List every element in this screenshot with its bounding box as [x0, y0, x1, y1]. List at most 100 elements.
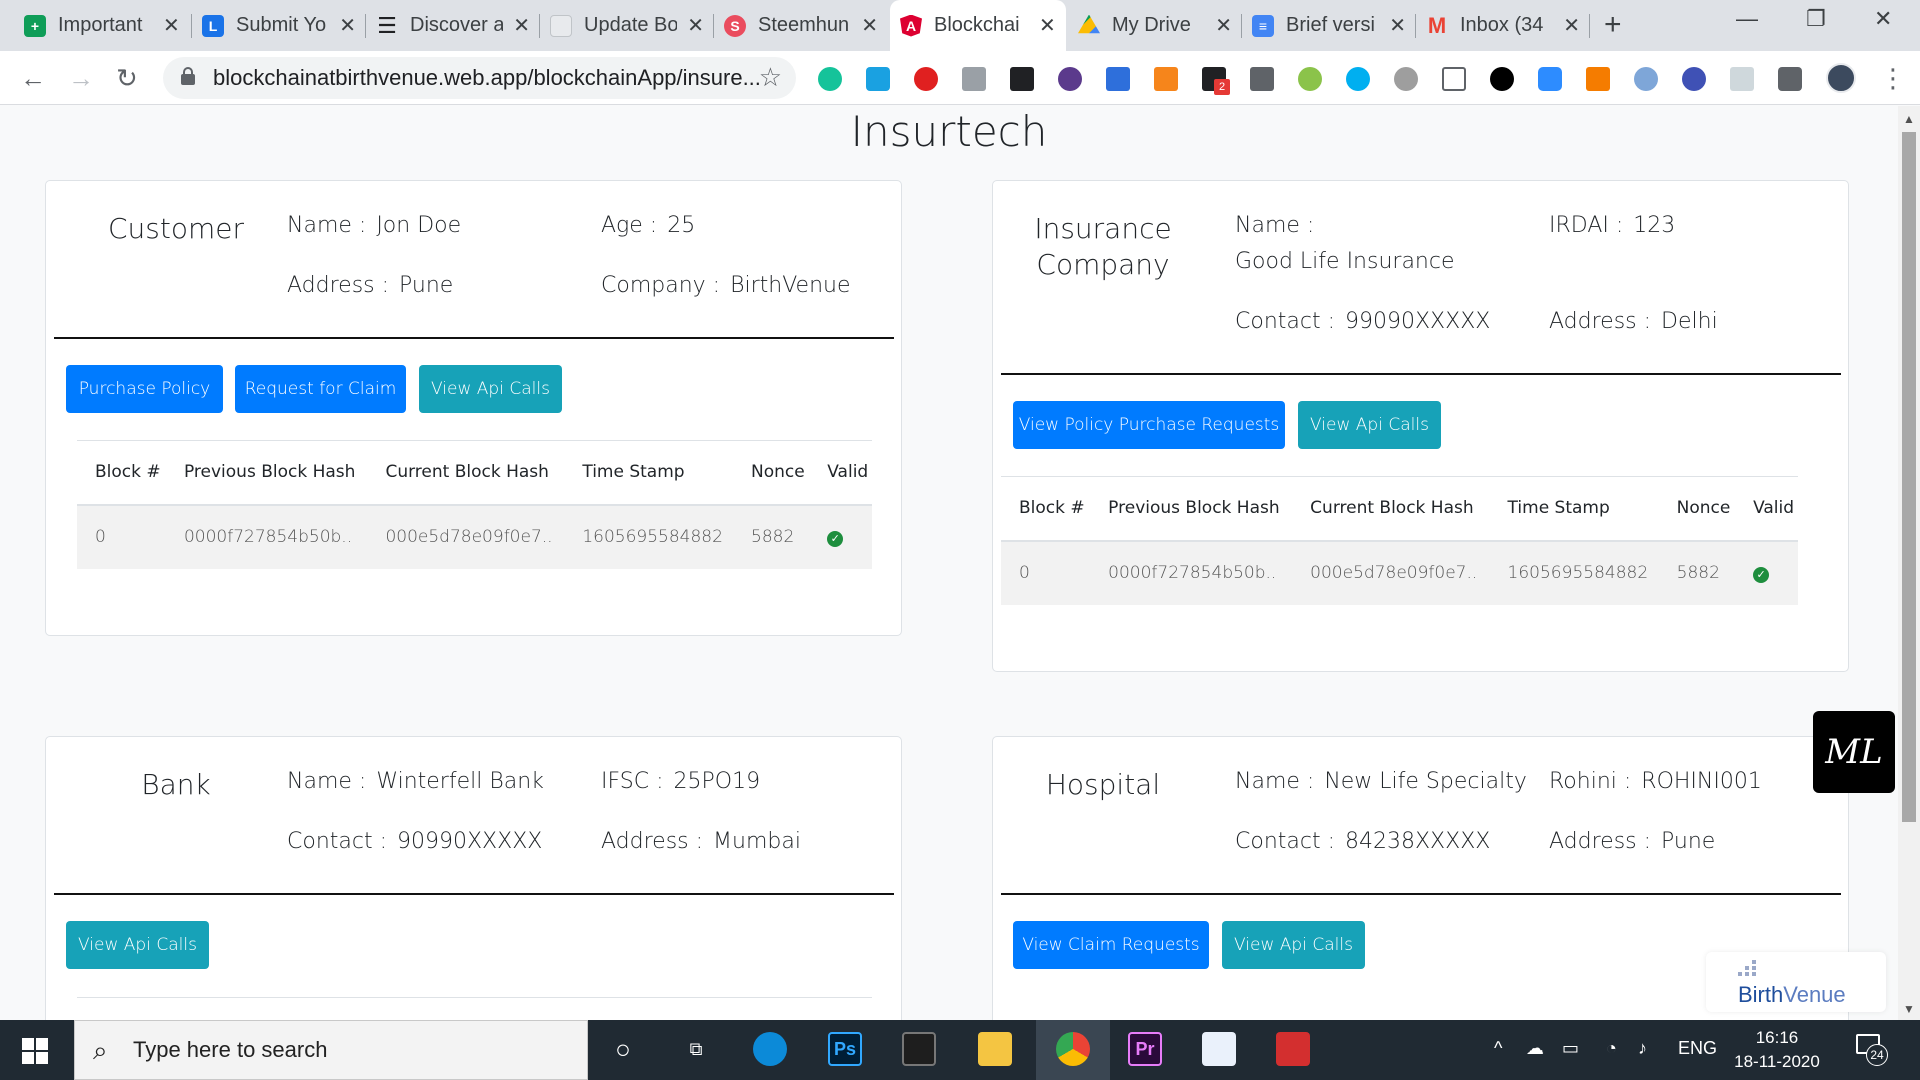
taskbar-search-box[interactable]: ⌕ Type here to search [74, 1020, 588, 1080]
close-tab-icon[interactable]: ✕ [513, 13, 530, 38]
close-tab-icon[interactable]: ✕ [163, 13, 180, 38]
close-tab-icon[interactable]: ✕ [1563, 13, 1580, 38]
browser-tab[interactable]: + Important ✕ [14, 0, 192, 51]
browser-tab[interactable]: L Submit Yo ✕ [192, 0, 366, 51]
view-api-calls-button[interactable]: View Api Calls [1222, 921, 1365, 969]
buffer-icon[interactable] [1010, 67, 1034, 91]
browser-tab[interactable]: Update Bo ✕ [540, 0, 714, 51]
forward-arrow-icon[interactable]: → [68, 63, 94, 94]
photoshop-icon[interactable]: Ps [828, 1032, 862, 1066]
minimize-icon[interactable]: — [1736, 6, 1758, 32]
reload-icon[interactable]: ↻ [116, 63, 138, 94]
scroll-up-arrow-icon[interactable]: ▲ [1903, 112, 1915, 126]
file-explorer-icon[interactable] [978, 1032, 1012, 1066]
browser-tab[interactable]: My Drive ✕ [1068, 0, 1242, 51]
battery-icon[interactable]: ▭ [1562, 1038, 1579, 1059]
zoom-icon[interactable] [1538, 67, 1562, 91]
iq-extension-icon[interactable] [1106, 67, 1130, 91]
s-extension-icon[interactable] [866, 67, 890, 91]
taskbar-clock[interactable]: 16:16 18-11-2020 [1722, 1026, 1832, 1074]
restore-icon[interactable]: ❐ [1806, 6, 1826, 32]
close-tab-icon[interactable]: ✕ [339, 13, 356, 38]
grammarly-icon[interactable] [818, 67, 842, 91]
page-title: Insurtech [850, 107, 1048, 156]
edge-icon[interactable] [753, 1032, 787, 1066]
adblock-icon[interactable] [914, 67, 938, 91]
request-claim-button[interactable]: Request for Claim [235, 365, 406, 413]
tab-title: My Drive [1112, 14, 1191, 36]
close-tab-icon[interactable]: ✕ [1215, 13, 1232, 38]
browser-tab[interactable]: ≡ Brief versi ✕ [1242, 0, 1416, 51]
notification-center-icon[interactable]: 24 [1856, 1034, 1888, 1066]
task-view-icon[interactable]: ⧉ [679, 1032, 713, 1066]
close-tab-icon[interactable]: ✕ [687, 13, 704, 38]
table-row: 0 0000f727854b50b.. 000e5d78e09f0e7.. 16… [1001, 540, 1798, 605]
chevron-up-icon[interactable]: ^ [1494, 1038, 1502, 1059]
view-api-calls-button[interactable]: View Api Calls [419, 365, 562, 413]
mail-extension-icon[interactable] [962, 67, 986, 91]
back-arrow-icon[interactable]: ← [20, 63, 46, 94]
browser-tab[interactable]: ☰ Discover a ✕ [366, 0, 540, 51]
timestamp-cell: 1605695584882 [564, 504, 733, 569]
scrollbar-thumb[interactable] [1902, 132, 1916, 822]
chart-extension-icon[interactable]: 2 [1202, 67, 1230, 95]
browser-tab[interactable]: M Inbox (34 ✕ [1416, 0, 1590, 51]
windows-start-icon[interactable] [22, 1038, 48, 1064]
google-docs-icon: ≡ [1252, 14, 1274, 37]
acrobat-icon[interactable] [1276, 1032, 1310, 1066]
browser-tab-active[interactable]: A Blockchai ✕ [890, 0, 1066, 51]
close-tab-icon[interactable]: ✕ [1389, 13, 1406, 38]
tab-title: Inbox (34 [1460, 14, 1544, 36]
url-text[interactable]: blockchainatbirthvenue.web.app/blockchai… [213, 65, 761, 91]
hubspot-icon[interactable] [1250, 67, 1274, 91]
terminal-icon[interactable] [902, 1032, 936, 1066]
purchase-policy-button[interactable]: Purchase Policy [66, 365, 223, 413]
view-policy-purchase-requests-button[interactable]: View Policy Purchase Requests [1013, 401, 1285, 449]
scroll-down-arrow-icon[interactable]: ▼ [1903, 1002, 1915, 1016]
notes-extension-icon[interactable] [1730, 67, 1754, 91]
column-header: Valid [1735, 476, 1798, 542]
page-scrollbar[interactable]: ▲ ▼ [1898, 106, 1920, 1020]
u-extension-icon[interactable] [1586, 67, 1610, 91]
language-indicator[interactable]: ENG [1678, 1038, 1717, 1059]
divider [54, 893, 894, 895]
divider [1001, 893, 1841, 895]
browser-tab[interactable]: S Steemhun ✕ [714, 0, 888, 51]
close-tab-icon[interactable]: ✕ [861, 13, 878, 38]
close-tab-icon[interactable]: ✕ [1039, 13, 1056, 38]
skype-icon[interactable] [1346, 67, 1370, 91]
chrome-icon[interactable] [1056, 1032, 1090, 1066]
circle-extension-icon[interactable] [1394, 67, 1418, 91]
volume-icon[interactable]: ♪ [1638, 1038, 1647, 1059]
view-claim-requests-button[interactable]: View Claim Requests [1013, 921, 1209, 969]
menu-lines-icon: ☰ [377, 12, 397, 38]
chrome-menu-icon[interactable]: ⋮ [1880, 63, 1906, 94]
address-bar[interactable]: blockchainatbirthvenue.web.app/blockchai… [163, 57, 796, 99]
extensions-puzzle-icon[interactable] [1778, 67, 1802, 91]
metamask-icon[interactable] [1154, 67, 1178, 91]
view-api-calls-button[interactable]: View Api Calls [66, 921, 209, 969]
snowflake-extension-icon[interactable] [1682, 67, 1706, 91]
search-placeholder[interactable]: Type here to search [133, 1037, 327, 1063]
new-tab-button[interactable]: + [1604, 8, 1622, 42]
profile-avatar[interactable] [1826, 63, 1856, 93]
link-extension-icon[interactable] [1634, 67, 1658, 91]
customer-card: Customer Name : Jon Doe Age :25 Address :… [45, 180, 902, 636]
lock-icon[interactable] [181, 67, 195, 85]
close-window-icon[interactable]: ✕ [1874, 6, 1892, 32]
premiere-pro-icon[interactable]: Pr [1128, 1032, 1162, 1066]
table-header-row: Block # Previous Block Hash Current Bloc… [77, 440, 872, 506]
check-circle-icon: ✓ [1753, 567, 1770, 583]
view-api-calls-button[interactable]: View Api Calls [1298, 401, 1441, 449]
ml-widget-button[interactable]: ML [1813, 711, 1895, 793]
medium-icon[interactable] [1490, 67, 1514, 91]
card-role-title: Hospital [1045, 768, 1161, 801]
onedrive-cloud-icon[interactable]: ☁ [1526, 1038, 1544, 1059]
wifi-icon[interactable]: ◔ [1606, 1038, 1617, 1059]
cortana-icon[interactable]: ○ [606, 1032, 640, 1066]
extension-icon[interactable] [1058, 67, 1082, 91]
document-icon[interactable] [1202, 1032, 1236, 1066]
c-extension-icon[interactable] [1442, 67, 1466, 91]
leaf-extension-icon[interactable] [1298, 67, 1322, 91]
bookmark-star-icon[interactable]: ☆ [759, 62, 782, 93]
